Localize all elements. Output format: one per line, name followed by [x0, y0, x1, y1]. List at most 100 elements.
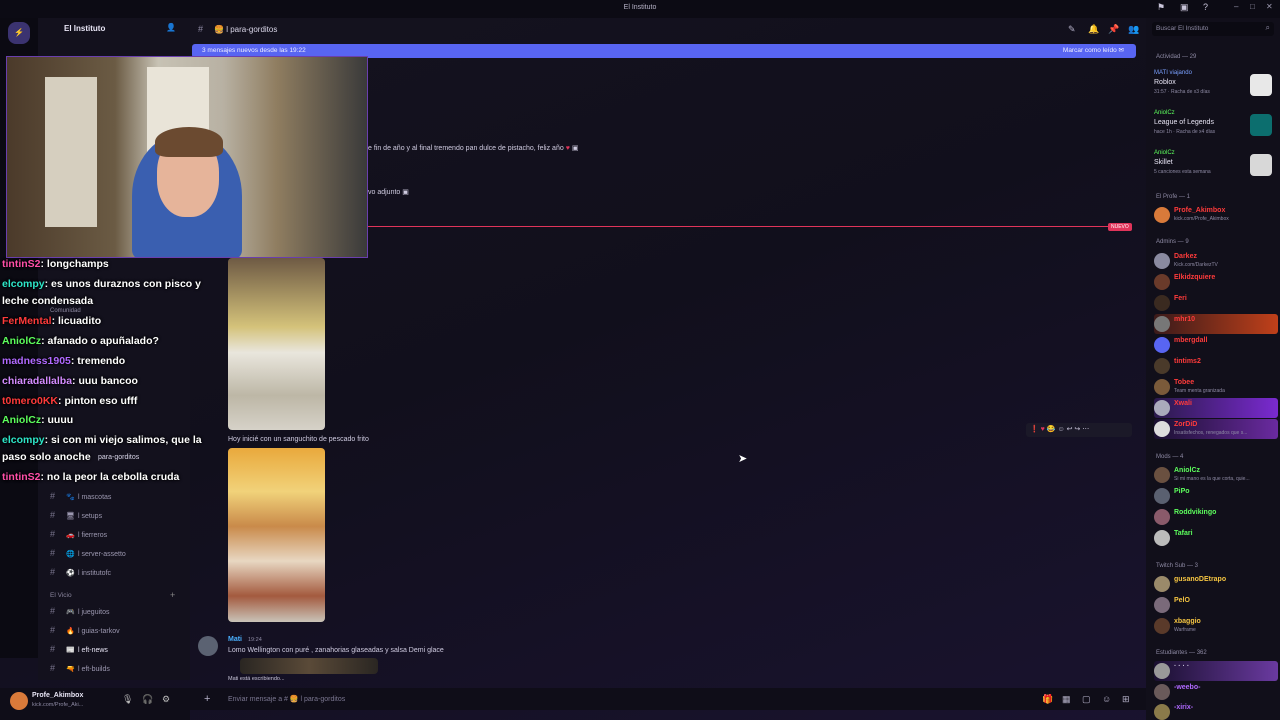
channel-eft-builds[interactable]: # 🔫 l eft-builds: [50, 660, 186, 676]
channel-guias-tarkov[interactable]: # 🔥 l guias-tarkov: [50, 622, 186, 638]
students-header: Estudiantes — 362: [1156, 650, 1207, 656]
member-row[interactable]: -xirix-: [1154, 702, 1278, 720]
channel-server-assetto[interactable]: # 🌐 l server-assetto: [50, 545, 186, 561]
member-row[interactable]: mhr10: [1154, 314, 1278, 334]
add-reaction-icon[interactable]: ☺: [1057, 426, 1064, 433]
laugh-reaction-icon[interactable]: 😂: [1047, 426, 1056, 433]
minimize-button[interactable]: –: [1234, 2, 1238, 11]
message-text: vo adjunto ▣: [368, 188, 409, 196]
member-row[interactable]: gusanoDEtrapo: [1154, 574, 1278, 594]
more-icon[interactable]: ⋯: [1082, 426, 1089, 433]
maximize-button[interactable]: □: [1250, 2, 1255, 11]
member-row[interactable]: tintims2: [1154, 356, 1278, 376]
food-image-sandwich[interactable]: [228, 448, 325, 622]
member-row[interactable]: ZorDiD Insatisfechos, renegados que s...: [1154, 419, 1278, 439]
channel-title-text: l para-gorditos: [226, 25, 278, 34]
search-input[interactable]: Buscar El Instituto: [1156, 25, 1208, 32]
avatar[interactable]: [10, 692, 28, 710]
chat-line: FerMental: licuadito: [2, 315, 101, 327]
food-image-wellington[interactable]: [240, 658, 378, 674]
message-author[interactable]: Mati: [228, 636, 242, 643]
webcam-overlay: [6, 56, 368, 258]
add-attachment-icon[interactable]: +: [204, 693, 210, 705]
chat-line: madness1905: tremendo: [2, 355, 125, 367]
food-image-pan-dulce[interactable]: [228, 258, 325, 430]
attachment-line: vo adjunto: [368, 189, 401, 196]
apps-icon[interactable]: ⊞: [1122, 694, 1130, 705]
avatar: [1154, 597, 1170, 613]
bell-icon[interactable]: 🔔: [1088, 24, 1099, 35]
server-name[interactable]: El Instituto: [64, 24, 105, 33]
member-name: PiPo: [1174, 488, 1190, 495]
avatar: [1154, 253, 1170, 269]
activity-game: League of Legends: [1154, 119, 1214, 126]
heart-reaction-icon[interactable]: ♥: [1041, 426, 1045, 433]
member-row[interactable]: · · · ·: [1154, 661, 1278, 681]
threads-icon[interactable]: ✎: [1068, 24, 1076, 35]
activity-item[interactable]: MATI viajando Roblox 31:57 · Racha de x3…: [1154, 70, 1278, 106]
member-row[interactable]: Roddvikingo: [1154, 507, 1278, 527]
member-row[interactable]: Darkez Kick.com/DarkezTV: [1154, 251, 1278, 271]
gif-icon[interactable]: ▦: [1062, 694, 1071, 705]
member-row[interactable]: Feri: [1154, 293, 1278, 313]
channel-para-gorditos[interactable]: para-gorditos: [98, 450, 188, 466]
member-row[interactable]: mbergdall: [1154, 335, 1278, 355]
close-button[interactable]: ✕: [1266, 2, 1273, 11]
add-member-icon[interactable]: 👤: [166, 23, 176, 32]
server-icon-instituto[interactable]: ⚡: [8, 22, 30, 44]
channel-institutofc[interactable]: # ⚽ l institutofc: [50, 564, 186, 580]
activity-detail: 31:57 · Racha de x3 días: [1154, 89, 1210, 95]
help-icon[interactable]: ?: [1203, 2, 1208, 12]
search-box[interactable]: Buscar El Instituto ⌕: [1152, 22, 1274, 36]
activity-header: Actividad — 29: [1156, 54, 1197, 60]
member-name: mbergdall: [1174, 337, 1208, 344]
member-row[interactable]: Xwali: [1154, 398, 1278, 418]
channel-mascotas[interactable]: # 🐾 l mascotas: [50, 488, 186, 504]
inbox-icon[interactable]: ⚑: [1157, 2, 1165, 13]
activity-item[interactable]: AniolCz League of Legends hace 1h · Rach…: [1154, 110, 1278, 146]
reaction-icon[interactable]: ❗: [1030, 426, 1039, 433]
category-el-vicio[interactable]: El Vicio: [50, 592, 72, 599]
message-input[interactable]: Enviar mensaje a # 🍔 l para-gorditos: [228, 695, 345, 703]
settings-gear-icon[interactable]: ⚙: [162, 694, 170, 705]
pin-icon[interactable]: 📌: [1108, 24, 1119, 35]
member-row[interactable]: Tafari: [1154, 528, 1278, 548]
mark-as-read-label: Marcar como leído: [1062, 47, 1117, 54]
member-row[interactable]: PelO: [1154, 595, 1278, 615]
members-icon[interactable]: 👥: [1128, 24, 1139, 35]
member-name: ZorDiD: [1174, 421, 1198, 428]
channel-setups[interactable]: # 🖥 l setups: [50, 507, 186, 523]
message-input-bar[interactable]: + Enviar mensaje a # 🍔 l para-gorditos 🎁…: [190, 688, 1146, 710]
member-row[interactable]: Profe_Akimbox kick.com/Profe_Akimbox: [1154, 205, 1278, 225]
emoji-icon[interactable]: ☺: [1102, 694, 1111, 704]
activity-item[interactable]: AniolCz Skillet 5 canciones esta semana: [1154, 150, 1278, 186]
activity-game: Skillet: [1154, 159, 1173, 166]
profe-header: El Profe — 1: [1156, 194, 1191, 200]
member-row[interactable]: Elkidzquiere: [1154, 272, 1278, 292]
sticker-icon[interactable]: ▢: [1082, 694, 1091, 705]
gift-icon[interactable]: 🎁: [1042, 694, 1053, 705]
headphones-icon[interactable]: 🎧: [142, 694, 153, 705]
member-row[interactable]: -weebo-: [1154, 682, 1278, 702]
channel-jueguitos[interactable]: # 🎮 l jueguitos: [50, 603, 186, 619]
member-row[interactable]: AniolCz Si mi mano es la que corta, quie.…: [1154, 465, 1278, 485]
avatar[interactable]: [198, 636, 218, 656]
channel-fierreros[interactable]: # 🚗 l fierreros: [50, 526, 186, 542]
member-row[interactable]: xbaggio Warframe: [1154, 616, 1278, 636]
member-name: -weebo-: [1174, 684, 1201, 691]
category-comunidad[interactable]: Comunidad: [50, 308, 81, 314]
add-channel-icon[interactable]: +: [170, 590, 175, 600]
member-row[interactable]: PiPo: [1154, 486, 1278, 506]
member-row[interactable]: Tobee Team menta granizada: [1154, 377, 1278, 397]
reply-icon[interactable]: ↩: [1067, 426, 1073, 433]
channel-eft-news[interactable]: # 📰 l eft-news: [50, 641, 186, 657]
forward-icon[interactable]: ↪: [1074, 426, 1080, 433]
chat-user: AniolCz: [2, 335, 42, 347]
user-name: Profe_Akimbox: [32, 692, 84, 699]
avatar: [1154, 509, 1170, 525]
heart-icon: ♥: [565, 145, 570, 152]
microphone-icon[interactable]: 🎙: [122, 694, 133, 705]
mark-as-read-button[interactable]: Marcar como leído ✉: [1063, 44, 1124, 58]
member-name: mhr10: [1174, 316, 1196, 323]
screen-icon[interactable]: ▣: [1180, 2, 1189, 13]
